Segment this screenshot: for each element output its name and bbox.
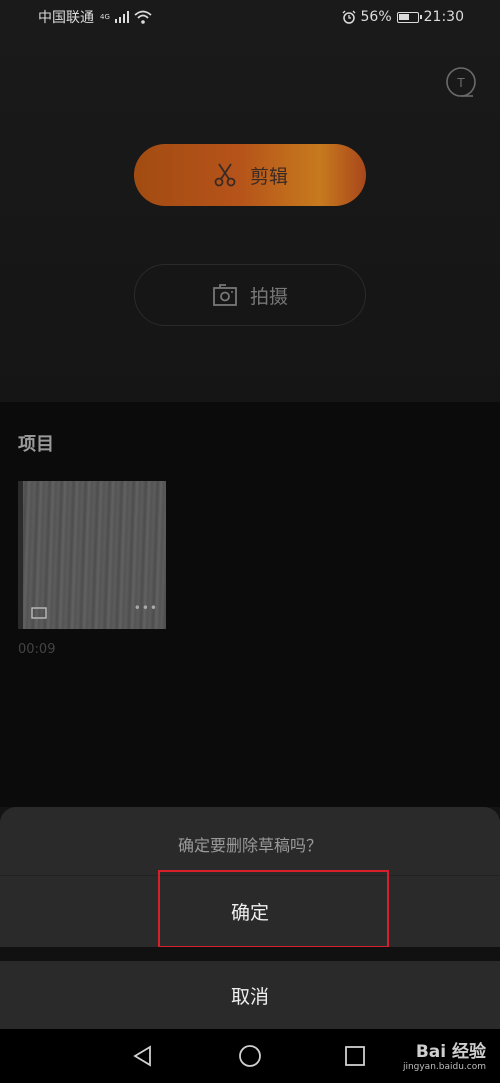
status-left: 中国联通 4G [38,7,152,27]
wifi-icon [134,10,152,24]
draft-duration: 00:09 [18,642,56,657]
projects-section: 项目 ••• 00:09 [0,402,500,807]
alarm-icon [342,10,355,24]
home-top-area: 中国联通 4G 56% 21:30 T 剪辑 拍摄 [0,0,500,402]
tutorial-t-icon[interactable]: T [445,66,477,98]
watermark-site: jingyan.baidu.com [402,1062,486,1072]
cancel-button[interactable]: 取消 [0,961,500,1029]
camera-icon [213,284,237,306]
tutorial-letter: T [457,75,465,90]
screen-ratio-icon [31,607,47,619]
status-right: 56% 21:30 [342,9,464,25]
dialog-question: 确定要删除草稿吗？ [177,836,322,855]
edit-button[interactable]: 剪辑 [134,144,366,206]
battery-fill [398,13,409,20]
shoot-label: 拍摄 [249,285,288,308]
battery-percent: 56% [360,9,392,25]
delete-dialog: 确定要删除草稿吗？ 确定 取消 [0,807,500,1029]
dialog-panel: 确定要删除草稿吗？ 确定 [0,807,500,948]
home-icon[interactable] [238,1044,262,1068]
clock: 21:30 [423,9,464,25]
baidu-watermark: Bai 经验 [415,1042,486,1062]
draft-thumbnail[interactable]: ••• [18,481,166,629]
carrier-label: 中国联通 [38,10,94,26]
edit-label: 剪辑 [249,165,288,188]
highlight-annotation [158,870,389,948]
signal-icon [114,11,129,23]
shoot-button[interactable]: 拍摄 [134,264,366,326]
status-bar: 中国联通 4G 56% 21:30 [0,0,500,34]
recent-apps-icon[interactable] [345,1046,365,1066]
dialog-gap [0,947,500,961]
back-icon[interactable] [132,1045,154,1067]
scissors-icon [214,163,236,187]
navigation-bar: Bai 经验 jingyan.baidu.com [0,1029,500,1083]
battery-icon [396,11,422,23]
network-type: 4G [100,13,110,21]
more-options-icon[interactable]: ••• [134,601,158,615]
projects-title: 项目 [18,434,54,455]
